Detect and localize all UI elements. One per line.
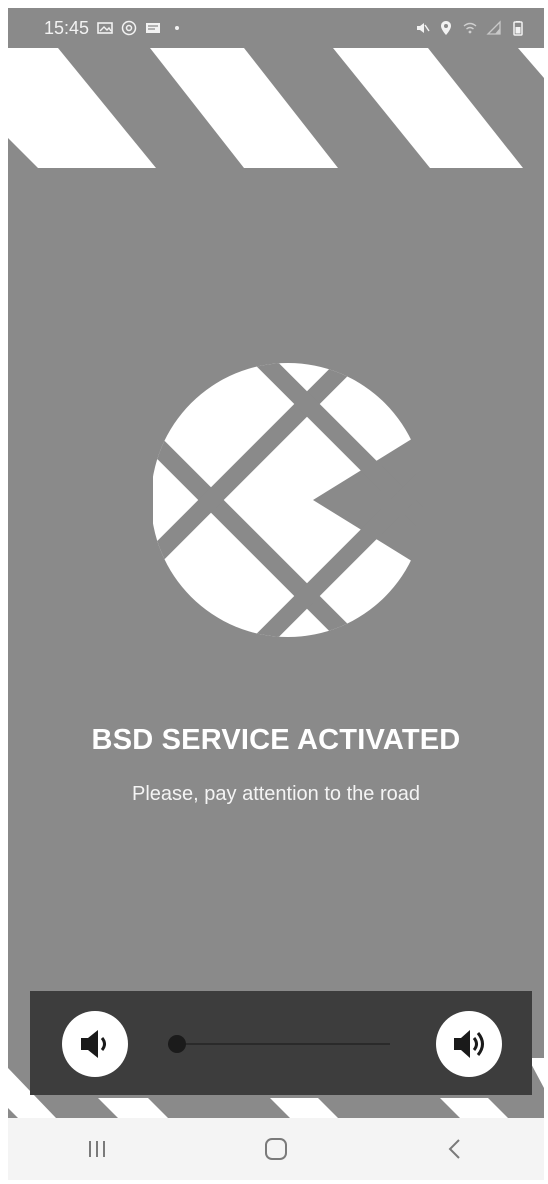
status-left: 15:45: [44, 18, 185, 39]
system-nav-bar: [8, 1118, 544, 1180]
status-bar: 15:45: [8, 8, 544, 48]
back-button[interactable]: [425, 1124, 485, 1174]
service-status-title: BSD SERVICE ACTIVATED: [91, 724, 461, 756]
safety-reminder-text: Please, pay attention to the road: [132, 783, 420, 805]
c-logo-icon: [153, 363, 423, 637]
mute-icon: [414, 20, 430, 36]
volume-down-icon: [81, 1030, 106, 1058]
volume-up-button[interactable]: [436, 1011, 502, 1077]
status-right: [414, 20, 526, 36]
at-icon: [121, 20, 137, 36]
gallery-icon: [97, 20, 113, 36]
recents-button[interactable]: [67, 1124, 127, 1174]
volume-up-icon: [454, 1030, 484, 1058]
wifi-icon: [462, 20, 478, 36]
dot-icon: [169, 20, 185, 36]
volume-panel: [30, 991, 532, 1095]
recents-icon: [89, 1141, 106, 1157]
message-icon: [145, 20, 161, 36]
location-icon: [438, 20, 454, 36]
back-icon: [448, 1139, 460, 1159]
top-warning-stripes: [8, 48, 544, 168]
app-screen: 15:45 BSD SERVICE ACTIVATED Please, pay …: [0, 0, 548, 1184]
home-button[interactable]: [246, 1124, 306, 1174]
volume-down-button[interactable]: [62, 1011, 128, 1077]
volume-slider-track: [168, 1043, 390, 1045]
main-area: BSD SERVICE ACTIVATED Please, pay attent…: [8, 48, 544, 1118]
status-time: 15:45: [44, 17, 90, 38]
volume-slider[interactable]: [167, 1035, 390, 1053]
battery-icon: [510, 20, 526, 36]
signal-icon: [486, 20, 502, 36]
home-icon: [264, 1138, 287, 1160]
volume-slider-thumb[interactable]: [167, 1035, 186, 1053]
